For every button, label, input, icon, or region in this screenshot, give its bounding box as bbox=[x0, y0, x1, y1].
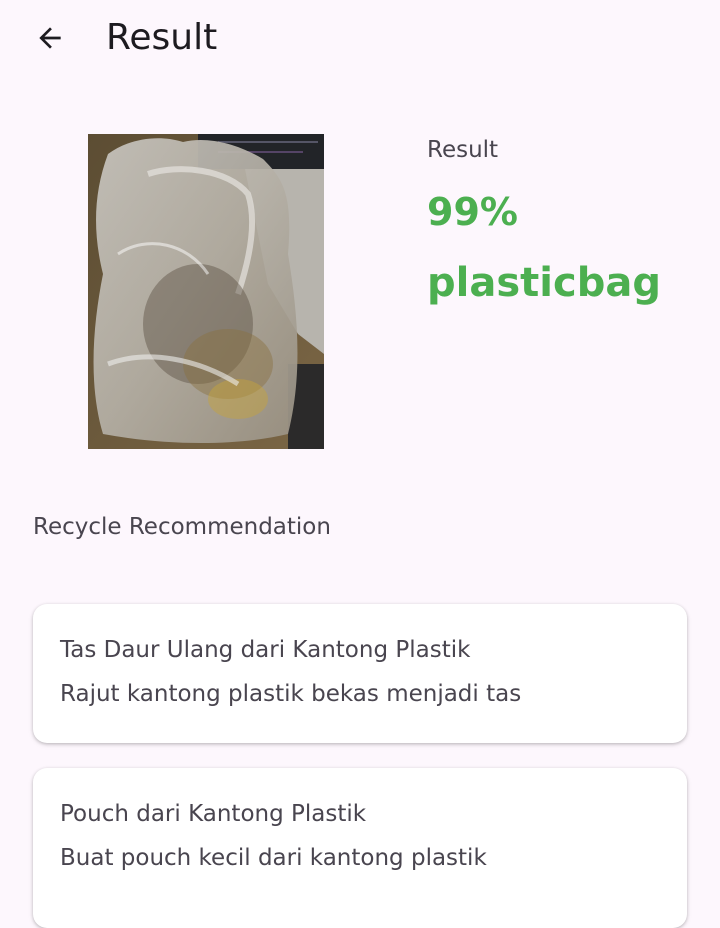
confidence-value: 99% bbox=[427, 190, 518, 234]
recommendation-description: Rajut kantong plastik bekas menjadi tas bbox=[60, 681, 522, 707]
recommendation-card[interactable]: Pouch dari Kantong Plastik Buat pouch ke… bbox=[33, 768, 687, 928]
classification-label: plasticbag bbox=[427, 260, 661, 306]
recommendation-title: Tas Daur Ulang dari Kantong Plastik bbox=[60, 637, 471, 663]
top-app-bar: Result bbox=[0, 0, 720, 76]
recommendation-section-title: Recycle Recommendation bbox=[33, 514, 331, 540]
arrow-back-icon bbox=[39, 27, 61, 49]
recommendation-title: Pouch dari Kantong Plastik bbox=[60, 801, 367, 827]
back-button[interactable] bbox=[22, 14, 78, 62]
recommendation-card[interactable]: Tas Daur Ulang dari Kantong Plastik Raju… bbox=[33, 604, 687, 743]
scanned-image bbox=[88, 134, 324, 449]
recommendation-description: Buat pouch kecil dari kantong plastik bbox=[60, 845, 487, 871]
page-title: Result bbox=[106, 17, 218, 58]
result-label: Result bbox=[427, 137, 499, 163]
